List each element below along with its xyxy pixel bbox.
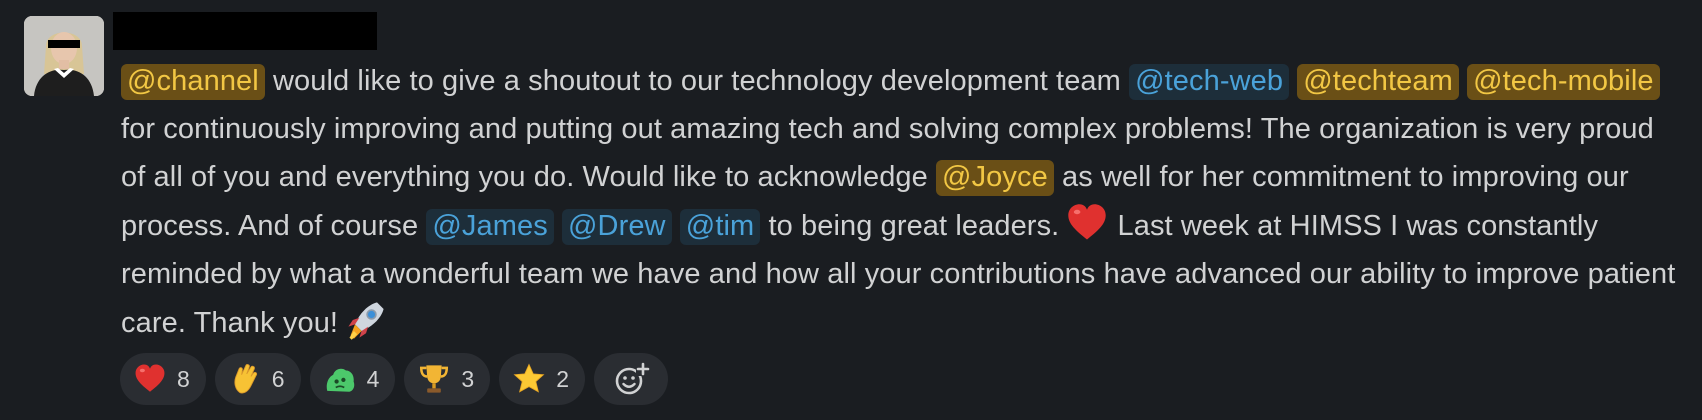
add-reaction-button[interactable] bbox=[593, 353, 668, 405]
mention-techteam[interactable]: @techteam bbox=[1297, 64, 1459, 100]
mention-tech-mobile[interactable]: @tech-mobile bbox=[1467, 64, 1660, 100]
message-text: @channel would like to give a shoutout t… bbox=[121, 57, 1681, 347]
mention-joyce[interactable]: @Joyce bbox=[936, 160, 1054, 196]
message-text-part: to being great leaders. bbox=[760, 210, 1060, 242]
mention-channel[interactable]: @channel bbox=[121, 64, 265, 100]
mention-james[interactable]: @James bbox=[426, 209, 554, 245]
heart-icon bbox=[1068, 204, 1107, 240]
reaction-count: 4 bbox=[366, 365, 380, 392]
reaction-count: 3 bbox=[461, 365, 475, 392]
trophy-icon bbox=[420, 365, 449, 393]
star-icon bbox=[513, 363, 545, 393]
reaction-count: 6 bbox=[271, 365, 285, 392]
mention-drew[interactable]: @Drew bbox=[561, 209, 672, 245]
clap-hand-icon bbox=[234, 364, 257, 394]
mention-tech-web[interactable]: @tech-web bbox=[1129, 64, 1290, 100]
sender-name-redacted bbox=[113, 12, 377, 50]
reaction-trophy[interactable]: 3 bbox=[404, 353, 491, 405]
reaction-heart[interactable]: 8 bbox=[120, 353, 206, 405]
message: @channel would like to give a shoutout t… bbox=[0, 0, 1702, 420]
reactions-bar: 8 6 4 3 2 bbox=[120, 353, 668, 405]
reaction-green-blob[interactable]: 4 bbox=[309, 353, 396, 405]
rocket-icon bbox=[348, 302, 384, 340]
reaction-count: 8 bbox=[177, 365, 190, 392]
add-emoji-icon bbox=[615, 362, 650, 395]
reaction-clap-hand[interactable]: 6 bbox=[214, 353, 301, 405]
reaction-star[interactable]: 2 bbox=[499, 353, 585, 405]
avatar[interactable] bbox=[24, 16, 104, 96]
mention-tim[interactable]: @tim bbox=[679, 209, 761, 245]
heart-icon bbox=[135, 364, 165, 392]
reaction-count: 2 bbox=[556, 365, 569, 392]
message-text-part: would like to give a shoutout to our tec… bbox=[264, 65, 1130, 97]
green-blob-icon bbox=[326, 368, 354, 392]
